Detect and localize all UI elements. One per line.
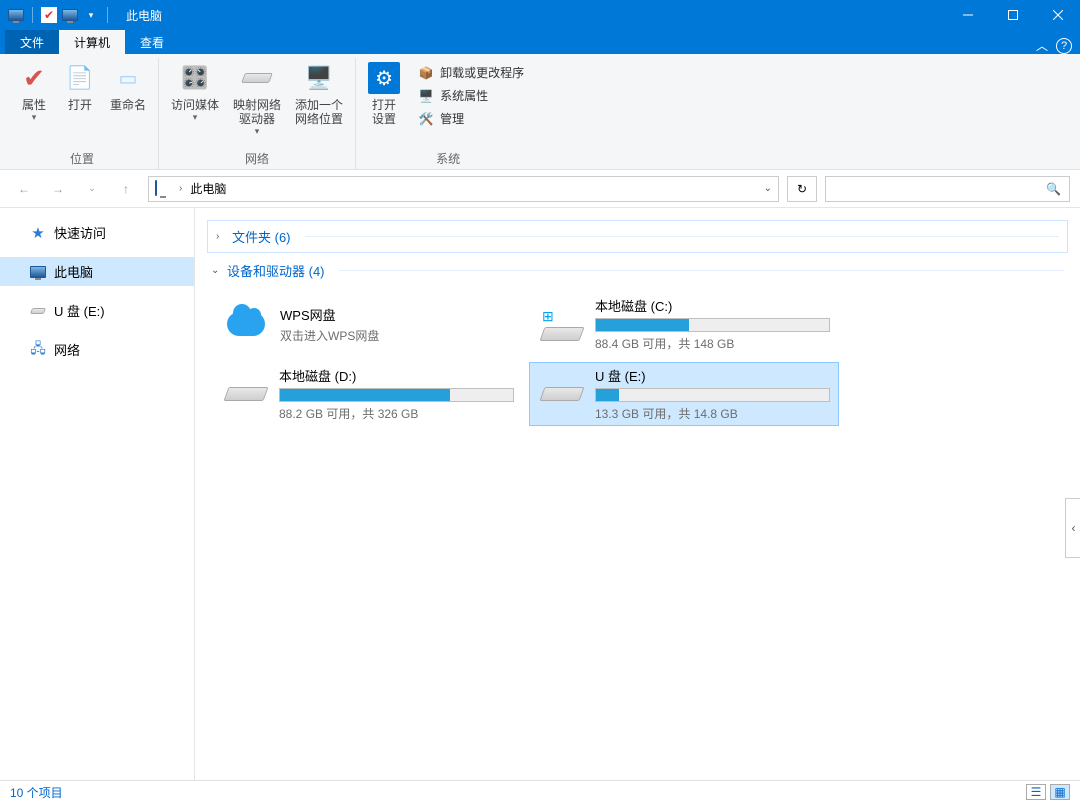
rename-button[interactable]: ▭ 重命名: [104, 58, 152, 146]
search-icon: 🔍: [1046, 182, 1061, 196]
collapse-ribbon-button[interactable]: ︿: [1036, 37, 1048, 54]
disk-icon: ⊞: [538, 300, 585, 348]
uninstall-icon: 📦: [418, 65, 434, 81]
disk-icon: [222, 370, 269, 418]
ribbon-tabs: 文件 计算机 查看 ︿ ?: [0, 30, 1080, 54]
address-bar[interactable]: › 此电脑 ⌄: [148, 176, 779, 202]
open-button[interactable]: 📄 打开: [58, 58, 102, 146]
media-icon: 🎛️: [179, 62, 211, 94]
map-drive-icon: [241, 62, 273, 94]
sidebar-item-usb[interactable]: U 盘 (E:): [0, 296, 194, 325]
up-button[interactable]: ↑: [118, 181, 134, 197]
drives-grid: WPS网盘 双击进入WPS网盘 ⊞ 本地磁盘 (C:) 88.4 GB 可用，共…: [207, 284, 1068, 426]
sidebar-item-quick-access[interactable]: ★ 快速访问: [0, 218, 194, 247]
drive-d[interactable]: 本地磁盘 (D:) 88.2 GB 可用，共 326 GB: [213, 362, 523, 426]
explorer-icon: [8, 7, 24, 23]
chevron-right-icon: ›: [179, 183, 182, 194]
qat-pc-icon[interactable]: [62, 7, 78, 23]
ribbon-group-network: 🎛️ 访问媒体 ▾ 映射网络 驱动器 ▾ 🖥️ 添加一个 网络位置 网络: [159, 58, 356, 169]
usb-disk-icon: [538, 370, 585, 418]
preview-pane-toggle[interactable]: ‹: [1065, 498, 1080, 558]
system-properties-button[interactable]: 🖥️系统属性: [414, 85, 528, 106]
chevron-down-icon: ⌄: [211, 265, 221, 276]
minimize-button[interactable]: [945, 0, 990, 30]
access-media-button[interactable]: 🎛️ 访问媒体 ▾: [165, 58, 225, 146]
maximize-button[interactable]: [990, 0, 1035, 30]
back-button[interactable]: ←: [16, 181, 32, 197]
help-icon[interactable]: ?: [1056, 38, 1072, 54]
titlebar: ✔ ▾ 此电脑: [0, 0, 1080, 30]
sidebar-item-network[interactable]: 🖧 网络: [0, 335, 194, 364]
icons-view-button[interactable]: ▦: [1050, 784, 1070, 800]
pc-icon: [155, 181, 171, 197]
chevron-right-icon: ›: [216, 231, 226, 242]
ribbon-group-system: ⚙ 打开 设置 📦卸载或更改程序 🖥️系统属性 🛠️管理 系统: [356, 58, 540, 169]
content-area: › 文件夹 (6) ⌄ 设备和驱动器 (4) WPS网盘 双击进入WPS网盘 ⊞: [195, 208, 1080, 780]
usb-icon: [30, 303, 46, 319]
network-icon: 🖧: [30, 342, 46, 358]
sidebar: ★ 快速访问 此电脑 U 盘 (E:) 🖧 网络: [0, 208, 195, 780]
ribbon-group-label: 位置: [70, 146, 94, 169]
open-icon: 📄: [64, 62, 96, 94]
group-devices[interactable]: ⌄ 设备和驱动器 (4): [207, 257, 1068, 284]
search-input[interactable]: 🔍: [825, 176, 1070, 202]
refresh-button[interactable]: ↻: [787, 176, 817, 202]
storage-bar: [595, 388, 830, 402]
qat-checkbox-icon[interactable]: ✔: [41, 7, 57, 23]
sidebar-item-this-pc[interactable]: 此电脑: [0, 257, 194, 286]
open-settings-button[interactable]: ⚙ 打开 设置: [362, 58, 406, 146]
star-icon: ★: [30, 225, 46, 241]
network-location-icon: 🖥️: [303, 62, 335, 94]
drive-wps-cloud[interactable]: WPS网盘 双击进入WPS网盘: [213, 292, 523, 356]
close-button[interactable]: [1035, 0, 1080, 30]
properties-button[interactable]: ✔ 属性 ▾: [12, 58, 56, 146]
navigation-bar: ← → ⌄ ↑ › 此电脑 ⌄ ↻ 🔍: [0, 170, 1080, 208]
tab-computer[interactable]: 计算机: [59, 30, 125, 54]
add-network-location-button[interactable]: 🖥️ 添加一个 网络位置: [289, 58, 349, 146]
breadcrumb-root[interactable]: 此电脑: [190, 180, 226, 197]
rename-icon: ▭: [112, 62, 144, 94]
ribbon-group-label: 系统: [436, 146, 460, 169]
drive-e[interactable]: U 盘 (E:) 13.3 GB 可用，共 14.8 GB: [529, 362, 839, 426]
uninstall-button[interactable]: 📦卸载或更改程序: [414, 62, 528, 83]
forward-button[interactable]: →: [50, 181, 66, 197]
ribbon-group-location: ✔ 属性 ▾ 📄 打开 ▭ 重命名 位置: [6, 58, 159, 169]
status-bar: 10 个项目 ☰ ▦: [0, 780, 1080, 803]
address-dropdown-icon[interactable]: ⌄: [764, 183, 772, 194]
ribbon-group-label: 网络: [245, 146, 269, 169]
qat-dropdown-icon[interactable]: ▾: [83, 7, 99, 23]
drive-c[interactable]: ⊞ 本地磁盘 (C:) 88.4 GB 可用，共 148 GB: [529, 292, 839, 356]
manage-button[interactable]: 🛠️管理: [414, 108, 528, 129]
tab-file[interactable]: 文件: [5, 30, 59, 54]
window-title: 此电脑: [126, 7, 162, 24]
ribbon: ✔ 属性 ▾ 📄 打开 ▭ 重命名 位置 🎛️ 访问媒体 ▾ 映: [0, 54, 1080, 170]
map-drive-button[interactable]: 映射网络 驱动器 ▾: [227, 58, 287, 146]
tab-view[interactable]: 查看: [125, 30, 179, 54]
checkmark-icon: ✔: [18, 62, 50, 94]
pc-icon: [30, 264, 46, 280]
item-count: 10 个项目: [10, 784, 63, 801]
cloud-icon: [222, 300, 270, 348]
group-folders[interactable]: › 文件夹 (6): [207, 220, 1068, 253]
gear-icon: ⚙: [368, 62, 400, 94]
storage-bar: [595, 318, 830, 332]
details-view-button[interactable]: ☰: [1026, 784, 1046, 800]
storage-bar: [279, 388, 514, 402]
manage-icon: 🛠️: [418, 111, 434, 127]
system-props-icon: 🖥️: [418, 88, 434, 104]
recent-dropdown[interactable]: ⌄: [84, 181, 100, 197]
